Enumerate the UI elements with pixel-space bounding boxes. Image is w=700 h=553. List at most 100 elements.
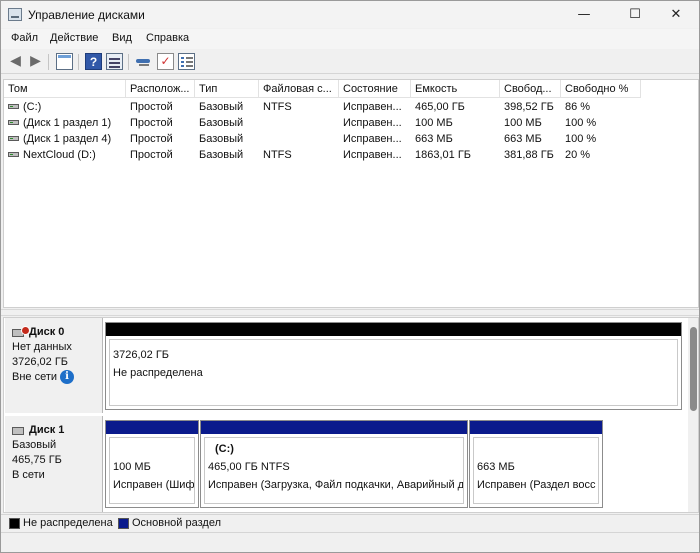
column-header-filesystem[interactable]: Файловая с... — [259, 80, 339, 98]
volume-filesystem — [259, 131, 339, 147]
disk-graphical-view: Диск 0 Нет данных 3726,02 ГБ Вне сети i 3… — [3, 317, 699, 513]
volume-row[interactable]: (Диск 1 раздел 1) Простой Базовый Исправ… — [4, 115, 698, 131]
volume-capacity: 1863,01 ГБ — [415, 149, 471, 161]
partition-color-bar — [106, 323, 681, 336]
offline-disk-icon — [12, 325, 30, 337]
column-header-capacity[interactable]: Емкость — [411, 80, 500, 98]
toolbar: ◀ ▶ ? ✓ — [1, 50, 699, 74]
partition-unallocated[interactable]: 3726,02 ГБ Не распределена — [105, 322, 682, 410]
toolbar-separator — [48, 54, 49, 70]
volume-capacity: 100 МБ — [415, 117, 453, 129]
disk-size: 3726,02 ГБ — [12, 356, 68, 368]
partition-label: (C:) — [215, 443, 234, 455]
volume-status: Исправен... — [343, 149, 402, 161]
partition-disk1-part4[interactable]: 663 МБ Исправен (Раздел восс — [469, 420, 603, 508]
pane-splitter[interactable] — [1, 309, 699, 316]
minimize-button[interactable]: — — [561, 1, 607, 28]
legend-bar: Не распределена Основной раздел — [1, 514, 699, 531]
volume-name: (Диск 1 раздел 1) — [23, 117, 112, 129]
volume-capacity: 663 МБ — [415, 133, 453, 145]
disk-view-scrollbar[interactable] — [688, 318, 698, 512]
toolbar-separator — [78, 54, 79, 70]
volume-drive-icon — [8, 103, 19, 109]
disk-type: Базовый — [12, 439, 57, 451]
volume-free-space: 663 МБ — [504, 133, 542, 145]
partition-status: Не распределена — [113, 367, 203, 379]
title-bar: Управление дисками — ☐ ✕ — [1, 1, 699, 28]
volume-row[interactable]: (C:) Простой Базовый NTFS Исправен... 46… — [4, 99, 698, 115]
disk-management-window: Управление дисками — ☐ ✕ Файл Действие В… — [0, 0, 700, 553]
column-header-status[interactable]: Состояние — [339, 80, 411, 98]
info-icon[interactable]: i — [60, 370, 75, 385]
column-header-percent-free[interactable]: Свободно % — [561, 80, 641, 98]
volume-list[interactable]: Том Располож... Тип Файловая с... Состоя… — [3, 79, 699, 308]
disk-status: Вне сети — [12, 371, 58, 383]
menu-action[interactable]: Действие — [50, 32, 98, 44]
legend-swatch-unallocated — [9, 518, 20, 529]
volume-free-space: 381,88 ГБ — [504, 149, 554, 161]
volume-row[interactable]: (Диск 1 раздел 4) Простой Базовый Исправ… — [4, 131, 698, 147]
partition-size: 3726,02 ГБ — [113, 349, 169, 361]
scrollbar-thumb[interactable] — [690, 327, 697, 411]
forward-arrow-icon[interactable]: ▶ — [27, 53, 44, 70]
volume-filesystem — [259, 115, 339, 131]
partition-status: Исправен (Шиф — [113, 479, 195, 491]
legend-swatch-primary — [118, 518, 129, 529]
partition-disk1-part1[interactable]: 100 МБ Исправен (Шиф — [105, 420, 199, 508]
close-button[interactable]: ✕ — [653, 1, 699, 28]
status-bar — [1, 532, 699, 552]
volume-status: Исправен... — [343, 117, 402, 129]
list-view-icon[interactable] — [178, 53, 195, 70]
volume-drive-icon — [8, 119, 19, 125]
disk-0-info[interactable]: Диск 0 Нет данных 3726,02 ГБ Вне сети i — [5, 318, 103, 413]
partition-color-bar — [470, 421, 602, 434]
show-hide-console-tree-icon[interactable] — [56, 53, 73, 70]
volume-capacity: 465,00 ГБ — [415, 101, 465, 113]
volume-layout: Простой — [130, 149, 173, 161]
volume-layout: Простой — [130, 117, 173, 129]
volume-percent-free: 86 % — [565, 101, 591, 113]
menu-help[interactable]: Справка — [146, 32, 189, 44]
volume-row[interactable]: NextCloud (D:) Простой Базовый NTFS Испр… — [4, 147, 698, 163]
menu-file[interactable]: Файл — [11, 32, 38, 44]
volume-name: NextCloud (D:) — [23, 149, 96, 161]
volume-type: Базовый — [199, 133, 244, 145]
window-title: Управление дисками — [28, 8, 145, 22]
help-icon[interactable]: ? — [85, 53, 102, 70]
volume-percent-free: 20 % — [565, 149, 591, 161]
partition-c-drive[interactable]: (C:) 465,00 ГБ NTFS Исправен (Загрузка, … — [200, 420, 468, 508]
disk-name: Диск 0 — [29, 326, 65, 338]
volume-status: Исправен... — [343, 133, 402, 145]
volume-layout: Простой — [130, 133, 173, 145]
toolbar-separator — [128, 54, 129, 70]
volume-name: (Диск 1 раздел 4) — [23, 133, 112, 145]
legend-label-primary: Основной раздел — [132, 517, 221, 529]
disk-management-app-icon — [8, 8, 22, 21]
disk-type: Нет данных — [12, 341, 72, 353]
disk-1-info[interactable]: Диск 1 Базовый 465,75 ГБ В сети — [5, 416, 103, 512]
volume-type: Базовый — [199, 117, 244, 129]
partition-color-bar — [106, 421, 198, 434]
properties-icon[interactable] — [106, 53, 123, 70]
checklist-icon[interactable]: ✓ — [157, 53, 174, 70]
partition-size: 663 МБ — [477, 461, 515, 473]
connect-disk-icon[interactable] — [135, 53, 152, 70]
volume-free-space: 398,52 ГБ — [504, 101, 554, 113]
volume-type: Базовый — [199, 149, 244, 161]
partition-status: Исправен (Загрузка, Файл подкачки, Авари… — [208, 479, 464, 491]
maximize-button[interactable]: ☐ — [612, 1, 658, 28]
volume-filesystem: NTFS — [263, 101, 292, 113]
volume-filesystem: NTFS — [263, 149, 292, 161]
column-header-volume[interactable]: Том — [4, 80, 126, 98]
column-header-free-space[interactable]: Свобод... — [500, 80, 561, 98]
column-header-type[interactable]: Тип — [195, 80, 259, 98]
volume-free-space: 100 МБ — [504, 117, 542, 129]
partition-status: Исправен (Раздел восс — [477, 479, 596, 491]
back-arrow-icon[interactable]: ◀ — [7, 53, 24, 70]
partition-color-bar — [201, 421, 467, 434]
disk-status: В сети — [12, 469, 45, 481]
menu-view[interactable]: Вид — [112, 32, 132, 44]
column-header-layout[interactable]: Располож... — [126, 80, 195, 98]
volume-name: (C:) — [23, 101, 42, 113]
disk-name: Диск 1 — [29, 424, 65, 436]
